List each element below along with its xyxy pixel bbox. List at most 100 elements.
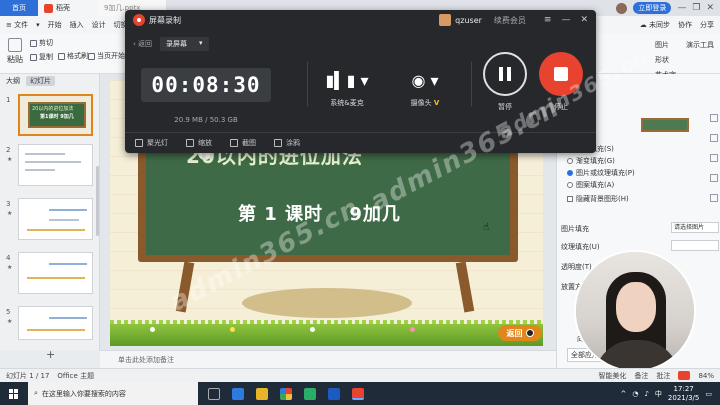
- camera-button[interactable]: ◉ ▾ 摄像头 V: [395, 68, 455, 108]
- slide-subtitle[interactable]: 第 1 课时 9加几: [238, 200, 401, 226]
- volume-icon[interactable]: ♪: [644, 390, 648, 398]
- recorder-window-controls: ≡ — ✕: [544, 15, 588, 25]
- menu-design[interactable]: 设计: [92, 20, 106, 30]
- format-painter-button[interactable]: 格式刷: [58, 51, 88, 61]
- radio-icon: [567, 158, 573, 164]
- paste-button[interactable]: 粘贴: [6, 38, 24, 65]
- doodle-tool[interactable]: 涂鸦: [274, 138, 300, 148]
- pause-label: 暂停: [498, 103, 512, 111]
- menu-dropdown[interactable]: ▾: [36, 21, 40, 29]
- cut-button[interactable]: 剪切: [30, 38, 53, 48]
- close-icon[interactable]: ✕: [706, 3, 714, 13]
- screenshot-tool[interactable]: 截图: [230, 138, 256, 148]
- minimize-icon[interactable]: —: [677, 3, 686, 13]
- copy-label: 复制: [39, 53, 53, 61]
- comments-toggle-button[interactable]: 批注: [656, 371, 670, 381]
- side-tool-icon[interactable]: [710, 134, 718, 142]
- taskbar-search[interactable]: ⌕ 在这里输入你要搜索的内容: [28, 382, 198, 405]
- hide-background-label: 隐藏背景图形(H): [576, 195, 629, 203]
- network-icon[interactable]: ◔: [632, 390, 638, 398]
- user-avatar[interactable]: [616, 2, 628, 14]
- share-button[interactable]: 分享: [700, 20, 714, 30]
- slide-thumbnail-3[interactable]: [18, 198, 93, 240]
- app-icon[interactable]: [328, 387, 340, 400]
- tab-home[interactable]: 首页: [0, 0, 38, 16]
- recorder-logo-icon: [133, 14, 145, 26]
- webcam-overlay[interactable]: [574, 250, 696, 372]
- zoom-tool[interactable]: 缩放: [186, 138, 212, 148]
- recorder-close-icon[interactable]: ✕: [580, 15, 588, 25]
- zoom-level[interactable]: 84%: [698, 372, 714, 380]
- menu-file[interactable]: ≡ 文件: [6, 20, 28, 30]
- tab-slides[interactable]: 幻灯片: [26, 76, 55, 86]
- fill-option-gradient[interactable]: 渐变填充(G): [567, 156, 615, 166]
- screenshot-label: 截图: [242, 139, 256, 147]
- thumbnail-scrollbar[interactable]: [96, 166, 99, 236]
- screen-recorder-taskbar-icon[interactable]: [352, 387, 364, 400]
- side-tool-icon[interactable]: [710, 114, 718, 122]
- format-painter-label: 格式刷: [67, 52, 88, 60]
- edge-browser-icon[interactable]: [232, 387, 244, 400]
- add-slide-button[interactable]: +: [46, 348, 55, 361]
- slide-thumbnail-5[interactable]: [18, 306, 93, 340]
- play-from-current-button[interactable]: 当页开始: [88, 51, 125, 61]
- copy-icon: [30, 53, 37, 61]
- start-button[interactable]: [0, 382, 28, 405]
- app-icon[interactable]: [280, 387, 292, 400]
- file-explorer-icon[interactable]: [256, 387, 268, 400]
- notification-icon[interactable]: ▭: [705, 390, 712, 398]
- insert-shape-button[interactable]: 形状: [655, 55, 676, 65]
- taskbar-apps: [208, 387, 364, 400]
- presentation-tools-button[interactable]: 演示工具: [686, 40, 714, 50]
- thumb-line: [49, 219, 79, 221]
- tab-outline[interactable]: 大纲: [6, 76, 20, 86]
- picture-fill-select[interactable]: 请选择图片: [671, 222, 719, 233]
- audio-source-button[interactable]: ▮▍▮ ▾ 系统&麦克: [317, 68, 377, 108]
- ime-indicator[interactable]: 中: [655, 389, 662, 399]
- notes-area[interactable]: 单击此处添加备注: [100, 350, 556, 368]
- tray-chevron-icon[interactable]: ^: [620, 390, 626, 398]
- recorder-user-avatar[interactable]: [439, 14, 452, 26]
- hide-background-checkbox[interactable]: 隐藏背景图形(H): [567, 194, 629, 204]
- side-tool-icon[interactable]: [710, 174, 718, 182]
- stop-button[interactable]: [539, 52, 583, 96]
- maximize-icon[interactable]: ❐: [692, 3, 700, 13]
- slide-thumbnail-4[interactable]: [18, 252, 93, 294]
- side-tool-icon[interactable]: [710, 154, 718, 162]
- texture-fill-select[interactable]: [671, 240, 719, 251]
- recorder-username[interactable]: qzuser: [455, 16, 482, 25]
- insert-picture-button[interactable]: 图片: [655, 40, 676, 50]
- menu-start[interactable]: 开始: [48, 20, 62, 30]
- sync-status[interactable]: ☁ 未同步: [640, 20, 670, 30]
- task-view-icon[interactable]: [208, 387, 220, 400]
- slideshow-group: 当页开始: [88, 51, 125, 61]
- spotlight-tool[interactable]: 聚光灯: [135, 138, 168, 148]
- tab-docer[interactable]: 稻壳: [38, 0, 98, 16]
- recorder-minimize-icon[interactable]: —: [561, 15, 570, 25]
- pause-button[interactable]: [483, 52, 527, 96]
- return-button[interactable]: 返回: [498, 325, 542, 341]
- vip-renew-link[interactable]: 续费会员: [494, 15, 526, 26]
- slide-thumbnail-1[interactable]: 20以内的进位加法 第1课时 9加几: [18, 94, 93, 136]
- play-slideshow-button[interactable]: [678, 371, 691, 380]
- copy-button[interactable]: 复制: [30, 52, 53, 62]
- format-group: 格式刷: [58, 51, 88, 61]
- recording-timer: 00:08:30: [141, 68, 271, 102]
- thumb-line: [25, 161, 81, 163]
- login-button[interactable]: 立即登录: [633, 2, 672, 14]
- slide-thumbnail-2[interactable]: [18, 144, 93, 186]
- smart-beautify-button[interactable]: 智能美化: [598, 371, 626, 381]
- side-tool-icon[interactable]: [710, 194, 718, 202]
- taskbar-clock[interactable]: 17:27 2021/3/5: [668, 385, 699, 403]
- notes-toggle-button[interactable]: 备注: [634, 371, 648, 381]
- fill-option-pattern[interactable]: 图案填充(A): [567, 180, 614, 190]
- collaborate-button[interactable]: 协作: [678, 20, 692, 30]
- back-button[interactable]: ‹ 返回: [133, 39, 152, 49]
- search-placeholder: 在这里输入你要搜索的内容: [41, 389, 126, 398]
- recorder-menu-icon[interactable]: ≡: [544, 15, 552, 25]
- fill-option-picture[interactable]: 图片或纹理填充(P): [567, 168, 635, 178]
- status-bar: 幻灯片 1 / 17 Office 主题 智能美化 备注 批注 84%: [0, 368, 720, 382]
- menu-insert[interactable]: 插入: [70, 20, 84, 30]
- wechat-icon[interactable]: [304, 387, 316, 400]
- record-mode-select[interactable]: 录屏幕 ▾: [160, 37, 209, 51]
